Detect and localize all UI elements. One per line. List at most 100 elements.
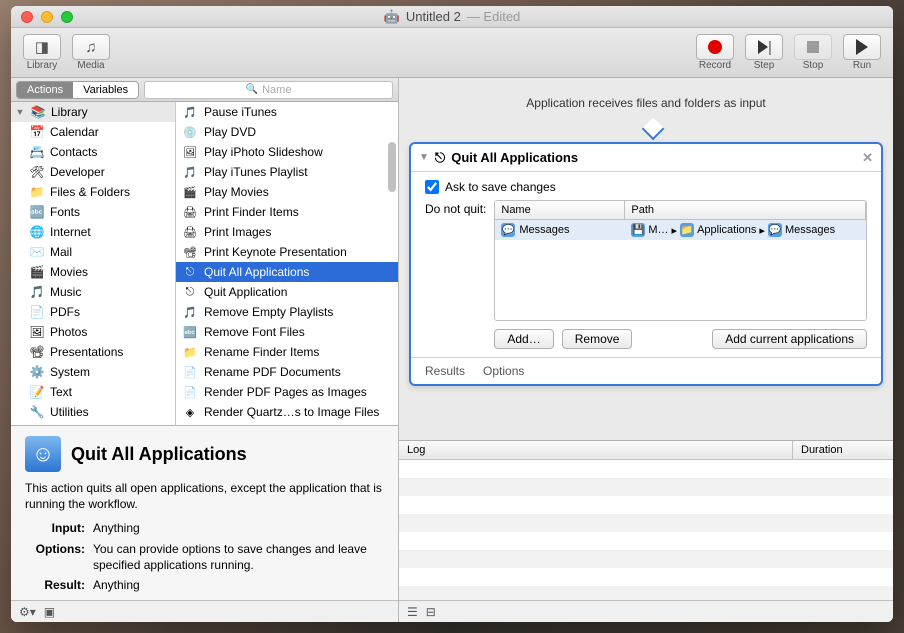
action-icon: 🔤 bbox=[182, 324, 198, 340]
category-icon: 📁 bbox=[29, 184, 45, 200]
sidebar-item[interactable]: 📁Files & Folders bbox=[11, 182, 175, 202]
sidebar-item[interactable]: 📝Text bbox=[11, 382, 175, 402]
action-list-item[interactable]: 🎬Play Movies bbox=[176, 182, 398, 202]
library-mode-segment[interactable]: Actions Variables bbox=[16, 81, 139, 99]
action-icon: 🎬 bbox=[182, 184, 198, 200]
category-icon: ⚙️ bbox=[29, 364, 45, 380]
ask-save-checkbox[interactable] bbox=[425, 180, 439, 194]
info-title: Quit All Applications bbox=[71, 444, 247, 465]
category-icon: 🖼 bbox=[29, 324, 45, 340]
action-icon: 🎵 bbox=[182, 304, 198, 320]
right-pane-footer: ☰ ⊟ bbox=[399, 600, 893, 622]
disclosure-triangle-icon[interactable]: ▼ bbox=[15, 107, 25, 117]
action-list-item[interactable]: 🖨Print Finder Items bbox=[176, 202, 398, 222]
sidebar-item[interactable]: ⚙️System bbox=[11, 362, 175, 382]
workflow-input-header: Application receives files and folders a… bbox=[399, 78, 893, 128]
action-list-item[interactable]: 📄Render PDF Pages as Images bbox=[176, 382, 398, 402]
info-value: Anything bbox=[93, 520, 384, 536]
sidebar-item[interactable]: 🖼Photos bbox=[11, 322, 175, 342]
info-label: Note: bbox=[25, 597, 85, 600]
remove-button[interactable]: Remove bbox=[562, 329, 633, 349]
action-list-item[interactable]: 🎵Remove Empty Playlists bbox=[176, 302, 398, 322]
action-list-item[interactable]: 📽Print Keynote Presentation bbox=[176, 242, 398, 262]
folder-icon: 📁 bbox=[680, 223, 694, 237]
library-toggle-button[interactable]: ◨ bbox=[23, 34, 61, 60]
category-icon: 🛠 bbox=[29, 164, 45, 180]
run-label: Run bbox=[853, 60, 871, 71]
options-tab[interactable]: Options bbox=[483, 364, 524, 378]
sidebar-item[interactable]: 📅Calendar bbox=[11, 122, 175, 142]
sidebar-item[interactable]: ✉️Mail bbox=[11, 242, 175, 262]
disclosure-triangle-icon[interactable]: ▼ bbox=[419, 152, 429, 163]
action-list-item[interactable]: ⎋Quit All Applications bbox=[176, 262, 398, 282]
sidebar-item[interactable]: 🔤Fonts bbox=[11, 202, 175, 222]
table-row[interactable]: 💬 Messages 💾M… ▸ 📁Applications bbox=[495, 220, 866, 240]
action-list-item[interactable]: 🎵Play iTunes Playlist bbox=[176, 162, 398, 182]
category-icon: 🎬 bbox=[29, 264, 45, 280]
library-header: Actions Variables Name bbox=[11, 78, 398, 102]
play-icon bbox=[856, 39, 868, 55]
column-name[interactable]: Name bbox=[495, 201, 625, 219]
actions-list[interactable]: 🎵Pause iTunes💿Play DVD🖼Play iPhoto Slide… bbox=[176, 102, 398, 425]
sidebar-library-root[interactable]: ▼ 📚 Library bbox=[11, 102, 175, 122]
action-list-item[interactable]: 🖨Print Images bbox=[176, 222, 398, 242]
add-button[interactable]: Add… bbox=[494, 329, 553, 349]
category-icon: 📝 bbox=[29, 384, 45, 400]
library-label: Library bbox=[27, 60, 58, 71]
duration-column-header[interactable]: Duration bbox=[793, 441, 893, 459]
step-button[interactable]: | bbox=[745, 34, 783, 60]
log-column-header[interactable]: Log bbox=[399, 441, 793, 459]
results-tab[interactable]: Results bbox=[425, 364, 465, 378]
list-view-toggle-icon[interactable]: ⊟ bbox=[426, 605, 436, 619]
category-sidebar[interactable]: ▼ 📚 Library 📅Calendar📇Contacts🛠Developer… bbox=[11, 102, 176, 425]
info-label: Input: bbox=[25, 520, 85, 536]
action-list-item[interactable]: ⎋Quit Application bbox=[176, 282, 398, 302]
sidebar-item[interactable]: 📽Presentations bbox=[11, 342, 175, 362]
search-input[interactable]: Name bbox=[144, 81, 393, 99]
sidebar-item[interactable]: 🎬Movies bbox=[11, 262, 175, 282]
scrollbar-thumb[interactable] bbox=[388, 142, 396, 192]
action-list-item[interactable]: 🎵Pause iTunes bbox=[176, 102, 398, 122]
action-list-item[interactable]: 📁Rename Finder Items bbox=[176, 342, 398, 362]
info-label: Options: bbox=[25, 541, 85, 573]
media-button[interactable]: ♫ bbox=[72, 34, 110, 60]
action-icon: 🎵 bbox=[182, 104, 198, 120]
minimize-window-button[interactable] bbox=[41, 11, 53, 23]
log-body bbox=[399, 460, 893, 600]
info-value: You can provide options to save changes … bbox=[93, 541, 384, 573]
action-card-quit-all[interactable]: ▼ ⎋ Quit All Applications ✕ Ask to save … bbox=[409, 142, 883, 386]
remove-action-button[interactable]: ✕ bbox=[862, 150, 873, 166]
action-list-item[interactable]: 🖼Play iPhoto Slideshow bbox=[176, 142, 398, 162]
column-path[interactable]: Path bbox=[625, 201, 866, 219]
sidebar-item[interactable]: 🎵Music bbox=[11, 282, 175, 302]
tab-actions[interactable]: Actions bbox=[17, 82, 73, 98]
tab-variables[interactable]: Variables bbox=[73, 82, 138, 98]
action-icon: 🖼 bbox=[182, 144, 198, 160]
action-icon: ⎋ bbox=[182, 264, 198, 280]
category-icon: 🔤 bbox=[29, 204, 45, 220]
stop-button[interactable] bbox=[794, 34, 832, 60]
info-value: Anything bbox=[93, 577, 384, 593]
workflow-canvas[interactable]: Application receives files and folders a… bbox=[399, 78, 893, 440]
add-current-apps-button[interactable]: Add current applications bbox=[712, 329, 867, 349]
titlebar: 🤖 Untitled 2 — Edited bbox=[11, 6, 893, 28]
log-view-toggle-icon[interactable]: ☰ bbox=[407, 605, 418, 619]
action-icon: 🖨 bbox=[182, 224, 198, 240]
action-list-item[interactable]: 🔤Remove Font Files bbox=[176, 322, 398, 342]
run-button[interactable] bbox=[843, 34, 881, 60]
gear-menu-icon[interactable]: ⚙▾ bbox=[19, 605, 36, 619]
workflow-view-toggle-icon[interactable]: ▣ bbox=[44, 605, 55, 619]
do-not-quit-table[interactable]: Name Path 💬 Messages bbox=[494, 200, 867, 321]
action-list-item[interactable]: 📄Rename PDF Documents bbox=[176, 362, 398, 382]
media-label: Media bbox=[77, 60, 104, 71]
zoom-window-button[interactable] bbox=[61, 11, 73, 23]
sidebar-item[interactable]: 🌐Internet bbox=[11, 222, 175, 242]
sidebar-item[interactable]: 📄PDFs bbox=[11, 302, 175, 322]
sidebar-item[interactable]: 📇Contacts bbox=[11, 142, 175, 162]
action-list-item[interactable]: 💿Play DVD bbox=[176, 122, 398, 142]
sidebar-item[interactable]: 🔧Utilities bbox=[11, 402, 175, 422]
close-window-button[interactable] bbox=[21, 11, 33, 23]
record-button[interactable] bbox=[696, 34, 734, 60]
sidebar-item[interactable]: 🛠Developer bbox=[11, 162, 175, 182]
action-list-item[interactable]: ◈Render Quartz…s to Image Files bbox=[176, 402, 398, 422]
